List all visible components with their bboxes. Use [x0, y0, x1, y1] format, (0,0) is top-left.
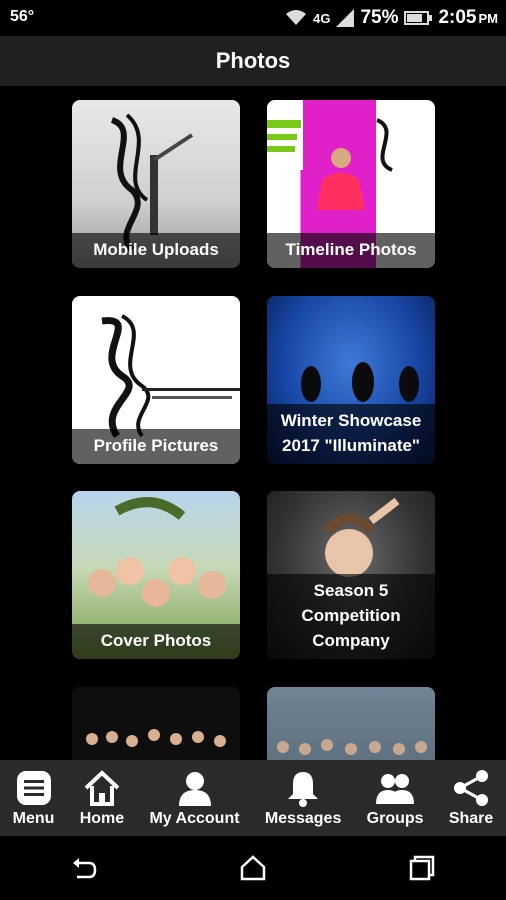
album-label: Winter Showcase 2017 "Illuminate" [267, 404, 435, 464]
album-label: Season 5 Competition Company [267, 574, 435, 659]
album-tile[interactable]: Profile Pictures [72, 296, 240, 464]
menu-icon [16, 771, 51, 805]
temperature: 56° [10, 8, 35, 25]
album-thumbnail [72, 687, 240, 760]
account-icon [178, 772, 211, 806]
home-icon [84, 770, 120, 806]
bottom-nav: Menu Home My Account Messages Groups Sha… [0, 760, 506, 836]
album-tile[interactable]: Season 5 Competition Company [267, 491, 435, 659]
album-label: Profile Pictures [72, 429, 240, 464]
nav-my-account[interactable]: My Account [149, 768, 240, 828]
wifi-icon [286, 10, 307, 25]
nav-label: Groups [366, 810, 424, 827]
album-grid: Mobile Uploads Timeline Photos Profile P… [0, 86, 506, 760]
network-type: 4G [313, 10, 331, 26]
album-label: Cover Photos [72, 624, 240, 659]
battery-icon [404, 11, 433, 25]
nav-messages[interactable]: Messages [264, 768, 342, 828]
nav-share[interactable]: Share [449, 768, 493, 828]
recents-icon[interactable] [407, 853, 437, 883]
nav-label: My Account [149, 810, 240, 827]
share-icon [454, 770, 489, 806]
stage-group-graphic [86, 729, 226, 747]
status-bar: 56° 4G 75% 2:05 PM [0, 0, 506, 36]
nav-label: Messages [264, 810, 342, 827]
nav-label: Home [79, 810, 125, 827]
home-button-icon[interactable] [238, 853, 268, 883]
album-tile[interactable] [267, 687, 435, 760]
nav-groups[interactable]: Groups [367, 768, 424, 828]
album-thumbnail [267, 687, 435, 760]
battery-percent: 75% [360, 7, 399, 28]
album-tile[interactable]: Mobile Uploads [72, 100, 240, 268]
page-title: Photos [215, 48, 291, 73]
album-label: Mobile Uploads [72, 233, 240, 268]
nav-home[interactable]: Home [80, 768, 124, 828]
nav-label: Menu [12, 810, 55, 827]
crowd-graphic [277, 739, 427, 755]
bell-icon [288, 772, 319, 807]
album-tile[interactable]: Timeline Photos [267, 100, 435, 268]
clock: 2:05 [438, 7, 477, 28]
system-nav-bar [0, 836, 506, 900]
title-bar: Photos [0, 36, 506, 86]
nav-label: Share [448, 810, 494, 827]
nav-menu[interactable]: Menu [12, 768, 55, 828]
signal-icon [336, 9, 355, 27]
album-label: Timeline Photos [267, 233, 435, 268]
back-icon[interactable] [69, 853, 99, 883]
album-tile[interactable] [72, 687, 240, 760]
clock-ampm: PM [478, 11, 499, 26]
album-tile[interactable]: Cover Photos [72, 491, 240, 659]
album-tile[interactable]: Winter Showcase 2017 "Illuminate" [267, 296, 435, 464]
groups-icon [376, 774, 415, 804]
